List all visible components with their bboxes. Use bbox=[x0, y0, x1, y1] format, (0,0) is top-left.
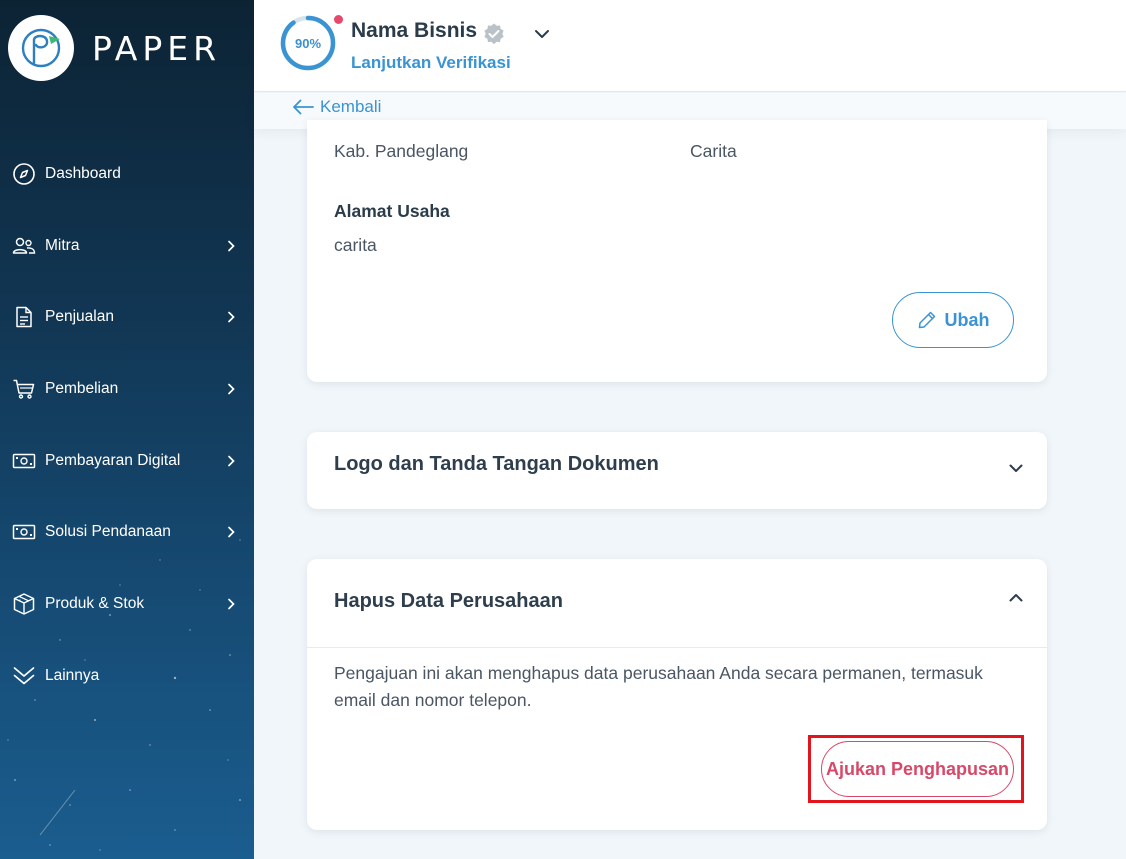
sidebar-nav: Dashboard Mitra Penjualan Pembelian Pemb… bbox=[0, 138, 254, 712]
verified-badge-icon bbox=[482, 22, 506, 46]
delete-section-title: Hapus Data Perusahaan bbox=[334, 590, 563, 612]
back-label: Kembali bbox=[320, 97, 382, 116]
sidebar-item-produk-stok[interactable]: Produk & Stok bbox=[0, 568, 254, 640]
sidebar-item-lainnya[interactable]: Lainnya bbox=[0, 640, 254, 712]
sidebar-item-label: Solusi Pendanaan bbox=[45, 523, 171, 541]
chevron-right-icon bbox=[228, 311, 235, 323]
company-info-card: Kab. Pandeglang Carita Alamat Usaha cari… bbox=[307, 120, 1047, 382]
divider bbox=[307, 647, 1047, 648]
progress-percent: 90% bbox=[294, 35, 322, 51]
sidebar-item-label: Lainnya bbox=[45, 666, 100, 684]
continue-verification-link[interactable]: Lanjutkan Verifikasi bbox=[351, 53, 511, 73]
chevron-down-icon[interactable] bbox=[532, 24, 552, 44]
sidebar-item-label: Mitra bbox=[45, 236, 80, 254]
edit-button[interactable]: Ubah bbox=[892, 292, 1014, 348]
sidebar-item-label: Pembelian bbox=[45, 379, 119, 397]
edit-button-label: Ubah bbox=[944, 309, 990, 330]
chevron-right-icon bbox=[228, 526, 235, 538]
back-link[interactable]: Kembali bbox=[292, 97, 381, 117]
sidebar-item-pembelian[interactable]: Pembelian bbox=[0, 353, 254, 425]
banknote-icon bbox=[12, 449, 36, 473]
delete-warning-text: Pengajuan ini akan menghapus data perusa… bbox=[334, 663, 983, 710]
sidebar-item-label: Produk & Stok bbox=[45, 594, 145, 612]
address-value: carita bbox=[334, 235, 377, 255]
top-header: 90% Nama Bisnis Lanjutkan Verifikasi bbox=[254, 0, 1126, 92]
sidebar-item-label: Dashboard bbox=[45, 164, 121, 182]
chevron-down-icon[interactable] bbox=[1007, 459, 1025, 477]
district-value: Carita bbox=[690, 141, 737, 161]
chevron-right-icon bbox=[228, 455, 235, 466]
address-label: Alamat Usaha bbox=[334, 201, 450, 221]
double-chevron-down-icon bbox=[12, 664, 36, 688]
arrow-left-icon bbox=[293, 99, 314, 115]
pencil-icon bbox=[918, 311, 935, 329]
sidebar-item-dashboard[interactable]: Dashboard bbox=[0, 138, 254, 210]
sidebar-item-label: Pembayaran Digital bbox=[45, 451, 181, 469]
users-icon bbox=[12, 234, 36, 258]
banknote-icon bbox=[12, 520, 36, 544]
verification-progress[interactable]: 90% bbox=[280, 15, 336, 71]
box-icon bbox=[12, 592, 36, 616]
chevron-right-icon bbox=[228, 240, 235, 251]
request-deletion-button[interactable]: Ajukan Penghapusan bbox=[821, 741, 1014, 797]
paper-logo-icon bbox=[8, 15, 74, 81]
logo-section-title: Logo dan Tanda Tangan Dokumen bbox=[334, 453, 659, 475]
document-icon bbox=[12, 305, 36, 329]
sidebar-item-solusi-pendanaan[interactable]: Solusi Pendanaan bbox=[0, 496, 254, 568]
chevron-right-icon bbox=[228, 383, 235, 395]
logo-signature-card[interactable]: Logo dan Tanda Tangan Dokumen bbox=[307, 432, 1047, 509]
brand[interactable]: PAPER bbox=[8, 15, 221, 81]
delete-company-card: Hapus Data Perusahaan Pengajuan ini akan… bbox=[307, 559, 1047, 830]
chevron-right-icon bbox=[228, 598, 235, 610]
notification-dot bbox=[334, 15, 343, 24]
brand-name: PAPER bbox=[92, 28, 222, 68]
regency-value: Kab. Pandeglang bbox=[334, 141, 469, 161]
sidebar-item-label: Penjualan bbox=[45, 308, 114, 326]
sidebar-item-penjualan[interactable]: Penjualan bbox=[0, 281, 254, 353]
sidebar: PAPER Dashboard Mitra Penjualan Pembelia… bbox=[0, 0, 254, 859]
chevron-up-icon[interactable] bbox=[1007, 589, 1025, 607]
cart-icon bbox=[12, 377, 36, 401]
sidebar-item-pembayaran-digital[interactable]: Pembayaran Digital bbox=[0, 425, 254, 497]
sidebar-item-mitra[interactable]: Mitra bbox=[0, 210, 254, 282]
business-name: Nama Bisnis bbox=[351, 19, 478, 42]
compass-icon bbox=[12, 162, 36, 186]
